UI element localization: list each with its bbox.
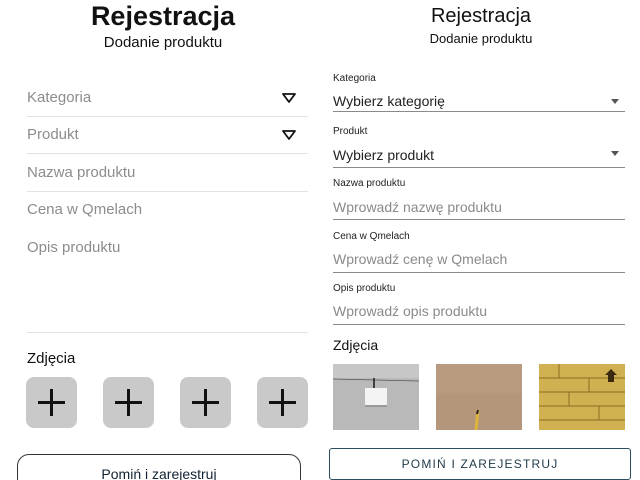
price-field[interactable]: Cena w Qmelach	[27, 191, 308, 228]
add-photo-button[interactable]	[103, 377, 154, 428]
price-placeholder: Wprowadź cenę w Qmelach	[333, 251, 508, 267]
description-placeholder: Wprowadź opis produktu	[333, 303, 488, 319]
page-subtitle: Dodanie produktu	[103, 34, 223, 51]
description-placeholder: Opis produktu	[27, 239, 121, 256]
price-placeholder: Cena w Qmelach	[27, 201, 143, 218]
photos-label: Zdjęcia	[27, 350, 76, 367]
description-field[interactable]: Opis produktu	[27, 229, 308, 333]
price-caption: Cena w Qmelach	[333, 231, 410, 242]
product-label: Produkt	[27, 126, 79, 143]
price-input[interactable]: Cena w Qmelach Wprowadź cenę w Qmelach	[333, 231, 625, 273]
photo-thumbnail[interactable]	[436, 364, 522, 430]
left-screen: Rejestracja Dodanie produktu Kategoria P…	[0, 0, 320, 480]
right-screen: Rejestracja Dodanie produktu Kategoria W…	[322, 0, 640, 480]
description-caption: Opis produktu	[333, 283, 396, 294]
product-name-field[interactable]: Nazwa produktu	[27, 154, 308, 192]
category-dropdown[interactable]: Kategoria	[27, 79, 308, 117]
chevron-down-icon	[282, 93, 296, 103]
product-caption: Produkt	[333, 126, 368, 137]
description-input[interactable]: Opis produktu Wprowadź opis produktu	[333, 283, 625, 325]
product-dropdown[interactable]: Produkt	[27, 116, 308, 154]
page-title: Rejestracja	[430, 5, 532, 27]
photo-thumbnail[interactable]	[333, 364, 419, 430]
dropdown-arrow-icon	[611, 151, 619, 156]
page-title: Rejestracja	[90, 1, 236, 31]
add-photo-button[interactable]	[180, 377, 231, 428]
product-select[interactable]: Produkt Wybierz produkt	[333, 126, 625, 168]
category-value: Wybierz kategorię	[333, 93, 445, 109]
page-subtitle: Dodanie produktu	[429, 31, 533, 46]
product-name-caption: Nazwa produktu	[333, 178, 406, 189]
category-caption: Kategoria	[333, 73, 376, 84]
product-name-input[interactable]: Nazwa produktu Wprowadź nazwę produktu	[333, 178, 625, 220]
product-name-placeholder: Wprowadź nazwę produktu	[333, 199, 502, 215]
skip-and-register-button[interactable]: POMIŃ I ZAREJESTRUJ	[329, 448, 631, 480]
product-value: Wybierz produkt	[333, 147, 435, 163]
skip-and-register-button[interactable]: Pomiń i zarejestruj	[17, 454, 301, 480]
category-label: Kategoria	[27, 89, 92, 106]
add-photo-button[interactable]	[26, 377, 77, 428]
category-select[interactable]: Kategoria Wybierz kategorię	[333, 73, 625, 112]
photos-label: Zdjęcia	[333, 337, 379, 353]
add-photo-button[interactable]	[257, 377, 308, 428]
photo-thumbnail[interactable]	[539, 364, 625, 430]
product-name-placeholder: Nazwa produktu	[27, 164, 136, 181]
dropdown-arrow-icon	[611, 99, 619, 104]
chevron-down-icon	[282, 130, 296, 140]
